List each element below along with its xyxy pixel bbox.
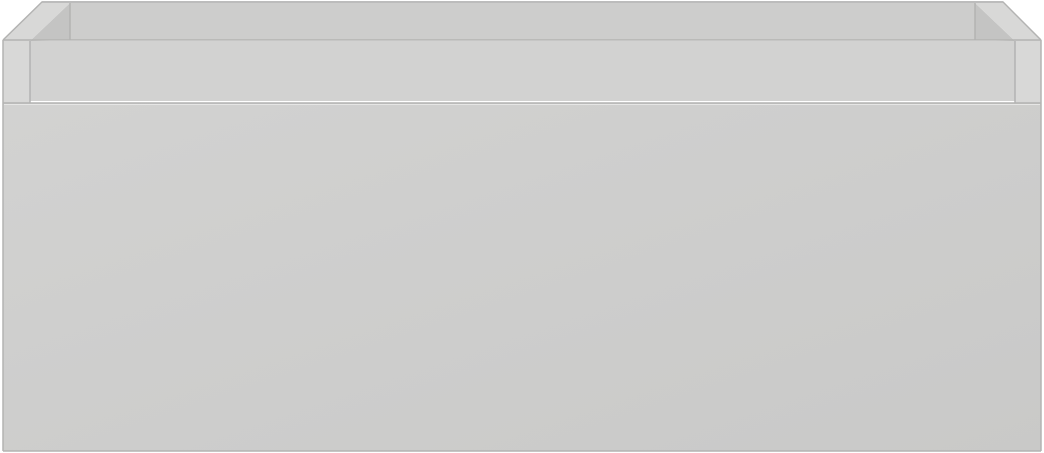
drawer-box-icon <box>2 1 1042 452</box>
side-post-left <box>3 40 30 103</box>
drawer-front <box>3 103 1041 451</box>
inner-back-wall <box>70 3 975 40</box>
drawer-cabinet-render <box>0 0 1044 453</box>
inner-rail <box>30 41 1015 101</box>
side-post-right <box>1015 40 1041 103</box>
